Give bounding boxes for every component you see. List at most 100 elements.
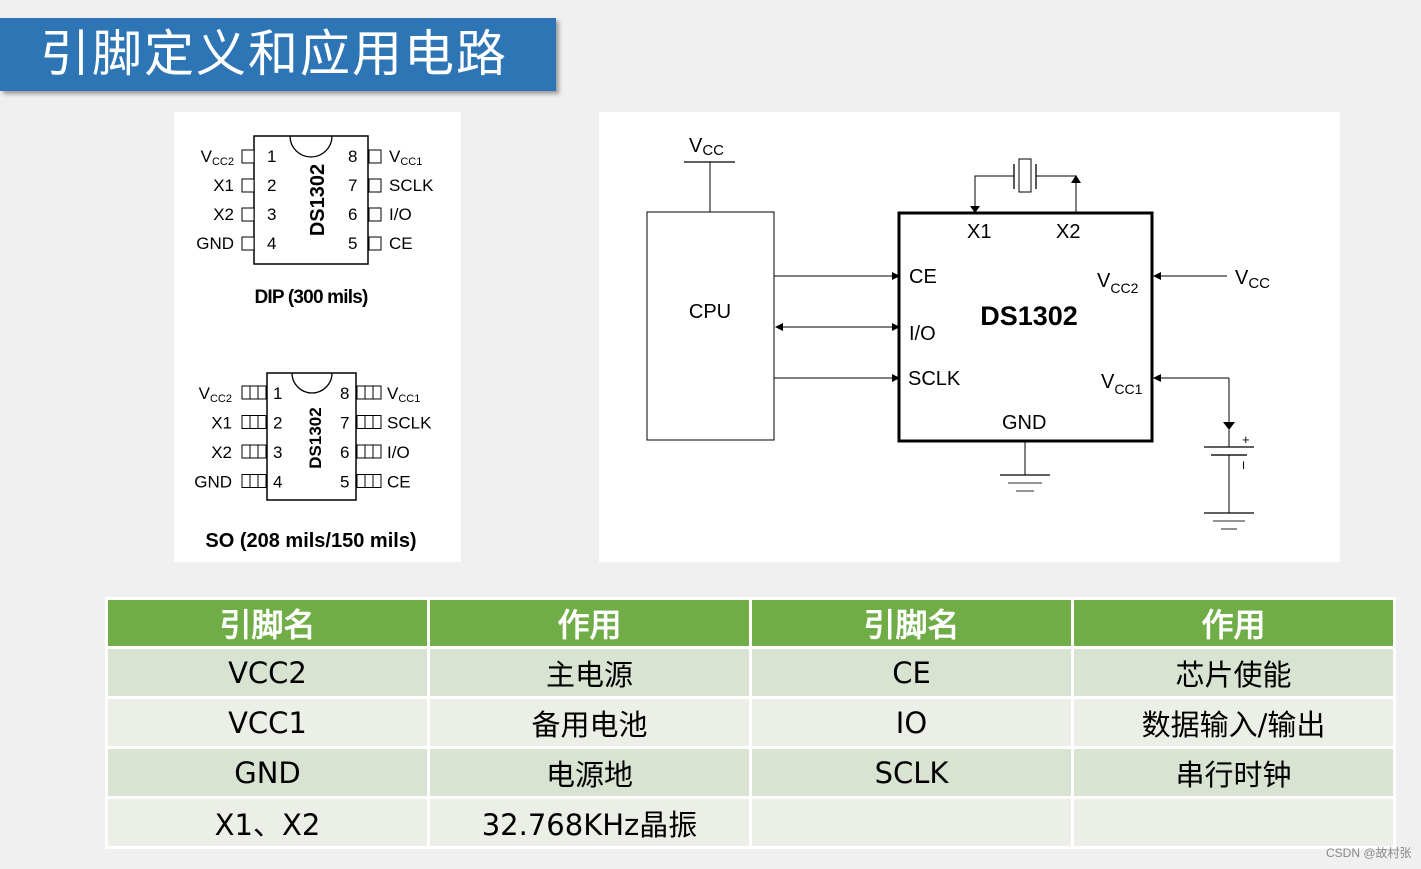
- package-pinout-panel: DS1302 1 VCC2 2 X1 3 X2 4 GND 8 VCC1 7 SCLK 6 I/O 5 CE…: [174, 112, 461, 562]
- pin-lead: [241, 236, 255, 251]
- pin-number: 5: [348, 234, 357, 253]
- so-package: DS1302 1 VCC2 2 X1 3 X2 4 GND 8 VCC1 7 SCLK 6 I/O 5 CE…: [194, 372, 432, 552]
- pin-name: GND: [196, 234, 234, 253]
- pin-name: I/O: [389, 205, 412, 224]
- crystal-body: [1018, 158, 1032, 193]
- pin-number: 6: [340, 443, 349, 462]
- cpu-block: CPU VCC: [646, 135, 775, 441]
- pin-name: VCC2: [201, 147, 234, 168]
- table-cell: GND: [108, 749, 427, 796]
- pin-sclk-label: SCLK: [908, 368, 961, 390]
- slide-title: 引脚定义和应用电路: [40, 25, 508, 83]
- table-cell: 备用电池: [430, 699, 749, 746]
- pin-lead: [356, 415, 382, 429]
- pin-lead: [356, 444, 382, 459]
- table-cell: [1074, 799, 1393, 846]
- pin-io-label: I/O: [909, 323, 936, 345]
- table-cell: CE: [752, 649, 1071, 696]
- pin-name: I/O: [387, 443, 410, 462]
- backup-battery: + I: [1153, 374, 1254, 530]
- pin-ce-label: CE: [909, 266, 937, 288]
- pin-number: 3: [273, 443, 282, 462]
- pin-name: CE: [389, 234, 413, 253]
- watermark: CSDN @故村张: [1326, 846, 1412, 860]
- pin-lead: [241, 178, 255, 193]
- battery-arrow: [1223, 422, 1235, 430]
- pin-number: 4: [273, 473, 282, 492]
- pin-number: 4: [267, 234, 276, 253]
- pin-lead: [368, 178, 382, 193]
- pin-lead: [368, 207, 382, 222]
- table-cell: 电源地: [430, 749, 749, 796]
- table-cell: 32.768KHz晶振: [430, 799, 749, 846]
- pin-number: 7: [348, 176, 357, 195]
- pin-name: VCC1: [387, 384, 420, 405]
- pin-number: 7: [340, 414, 349, 433]
- pin-name: X2: [211, 443, 232, 462]
- ext-vcc-label: VCC: [1235, 267, 1270, 292]
- header-pin-name-2: 引脚名: [752, 600, 1071, 646]
- pin-name: X1: [211, 414, 232, 433]
- table-cell: VCC1: [108, 699, 427, 746]
- pin-number: 8: [340, 384, 349, 403]
- pin-name: GND: [194, 473, 232, 492]
- pin-gnd-label: GND: [1002, 412, 1046, 434]
- pin-lead: [356, 474, 382, 488]
- cpu-box: [646, 211, 775, 441]
- pin-number: 6: [348, 205, 357, 224]
- pin-vcc1-label: VCC1: [1101, 371, 1143, 397]
- pin-number: 1: [273, 384, 282, 403]
- so-notch: [291, 372, 333, 394]
- dip-package: DS1302 1 VCC2 2 X1 3 X2 4 GND 8 VCC1 7 SCLK 6 I/O 5 CE…: [196, 135, 434, 308]
- pin-name: X1: [213, 176, 234, 195]
- pin-name: SCLK: [387, 414, 432, 433]
- pin-lead: [368, 149, 382, 164]
- table-cell: IO: [752, 699, 1071, 746]
- ds1302-block: DS1302 X1 X2 CE I/O SCLK GND VCC2 VCC1: [897, 211, 1154, 443]
- dip-chip-label: DS1302: [307, 164, 329, 236]
- pin-number: 2: [273, 414, 282, 433]
- table-row: VCC2 主电源 CE 芯片使能: [108, 649, 1393, 696]
- dip-caption: DIP (300 mils): [254, 287, 368, 308]
- pin-number: 8: [348, 147, 357, 166]
- dip-notch: [289, 135, 333, 158]
- table-cell: 主电源: [430, 649, 749, 696]
- table-row: GND 电源地 SCLK 串行时钟: [108, 749, 1393, 796]
- pin-lead: [368, 236, 382, 251]
- pin-number: 5: [340, 473, 349, 492]
- cpu-label: CPU: [689, 301, 731, 323]
- table-cell: VCC2: [108, 649, 427, 696]
- pin-name: VCC2: [199, 384, 232, 405]
- table-cell: 串行时钟: [1074, 749, 1393, 796]
- pin-vcc2-label: VCC2: [1097, 270, 1139, 296]
- header-pin-name-1: 引脚名: [108, 600, 427, 646]
- pin-name: SCLK: [389, 176, 434, 195]
- pin-x1-label: X1: [967, 221, 991, 243]
- pin-number: 3: [267, 205, 276, 224]
- battery-plus: +: [1242, 432, 1250, 447]
- header-function-2: 作用: [1074, 600, 1393, 646]
- table-cell: X1、X2: [108, 799, 427, 846]
- header-function-1: 作用: [430, 600, 749, 646]
- table-header-row: 引脚名 作用 引脚名 作用: [108, 600, 1393, 646]
- table-cell: SCLK: [752, 749, 1071, 796]
- package-pinout-diagram: DS1302 1 VCC2 2 X1 3 X2 4 GND 8 VCC1 7 SCLK 6 I/O 5 CE…: [194, 135, 434, 552]
- pin-lead: [241, 385, 267, 400]
- x1-wire: [974, 175, 1014, 213]
- crystal-oscillator: [970, 158, 1081, 213]
- table-cell: 数据输入/输出: [1074, 699, 1393, 746]
- table-row: X1、X2 32.768KHz晶振: [108, 799, 1393, 846]
- pin-name: CE: [387, 473, 411, 492]
- so-chip-label: DS1302: [306, 407, 325, 468]
- application-circuit-panel: CPU VCC DS1302 X1 X2 CE I/O SCLK GND VCC…: [599, 112, 1340, 562]
- chip-ground: [1000, 442, 1050, 492]
- ds1302-label: DS1302: [980, 301, 1078, 331]
- x2-wire: [1036, 175, 1077, 213]
- pin-name: X2: [213, 205, 234, 224]
- pin-lead: [241, 149, 255, 164]
- pin-lead: [241, 207, 255, 222]
- pin-number: 2: [267, 176, 276, 195]
- pin-function-table: 引脚名 作用 引脚名 作用 VCC2 主电源 CE 芯片使能 VCC1 备用电池…: [105, 597, 1396, 849]
- table-cell: [752, 799, 1071, 846]
- pin-lead: [356, 385, 382, 400]
